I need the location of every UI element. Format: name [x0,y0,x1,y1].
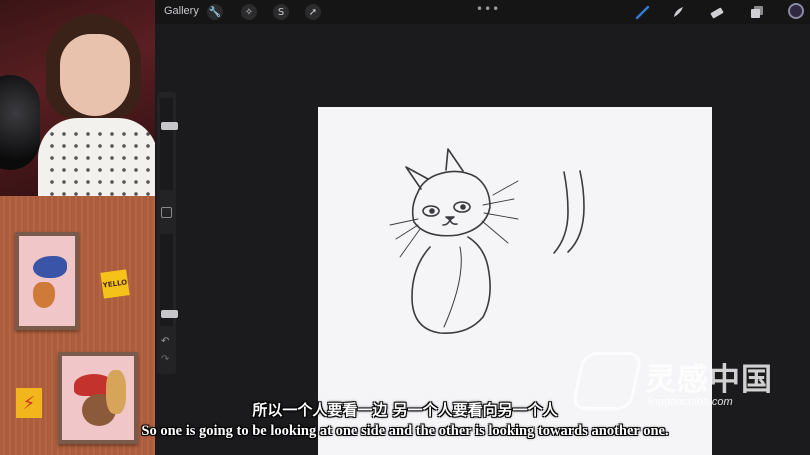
presenter-face [60,34,130,116]
brush-size-thumb[interactable] [161,122,178,130]
smudge-icon[interactable] [670,3,688,21]
wrench-icon[interactable]: 🔧 [207,4,223,20]
eraser-icon[interactable] [708,3,726,21]
frame-art [33,282,55,308]
brush-icon[interactable] [634,3,652,21]
undo-icon[interactable]: ↶ [161,336,169,347]
arrow-icon[interactable]: ➚ [305,4,321,20]
picture-frame-top [15,232,79,330]
selection-icon[interactable]: S [273,4,289,20]
brush-sidebar: ↶ ↷ [157,92,178,374]
microphone [0,75,40,170]
brush-opacity-thumb[interactable] [161,310,178,318]
sticky-note: YELLO [100,269,130,299]
frame-art [33,256,67,278]
app-toolbar: Gallery 🔧 ✧ S ➚ ••• [155,0,810,24]
magic-wand-icon[interactable]: ✧ [241,4,257,20]
modify-button[interactable] [161,207,172,218]
gallery-button[interactable]: Gallery [164,5,199,17]
presenter-shirt [38,118,155,196]
redo-icon[interactable]: ↷ [161,354,169,365]
brush-opacity-slider[interactable] [160,234,178,326]
subtitle-chinese: 所以一个人要看一边 另一个人要看向另一个人 [252,401,558,419]
watermark-brand: 灵感中国 [645,362,773,398]
color-picker-button[interactable] [788,3,804,19]
subtitle-english: So one is going to be looking at one sid… [141,423,669,439]
layers-icon[interactable] [748,3,766,21]
more-options-icon[interactable]: ••• [476,2,500,16]
webcam-overlay [0,0,155,196]
brush-size-slider[interactable] [160,98,178,190]
